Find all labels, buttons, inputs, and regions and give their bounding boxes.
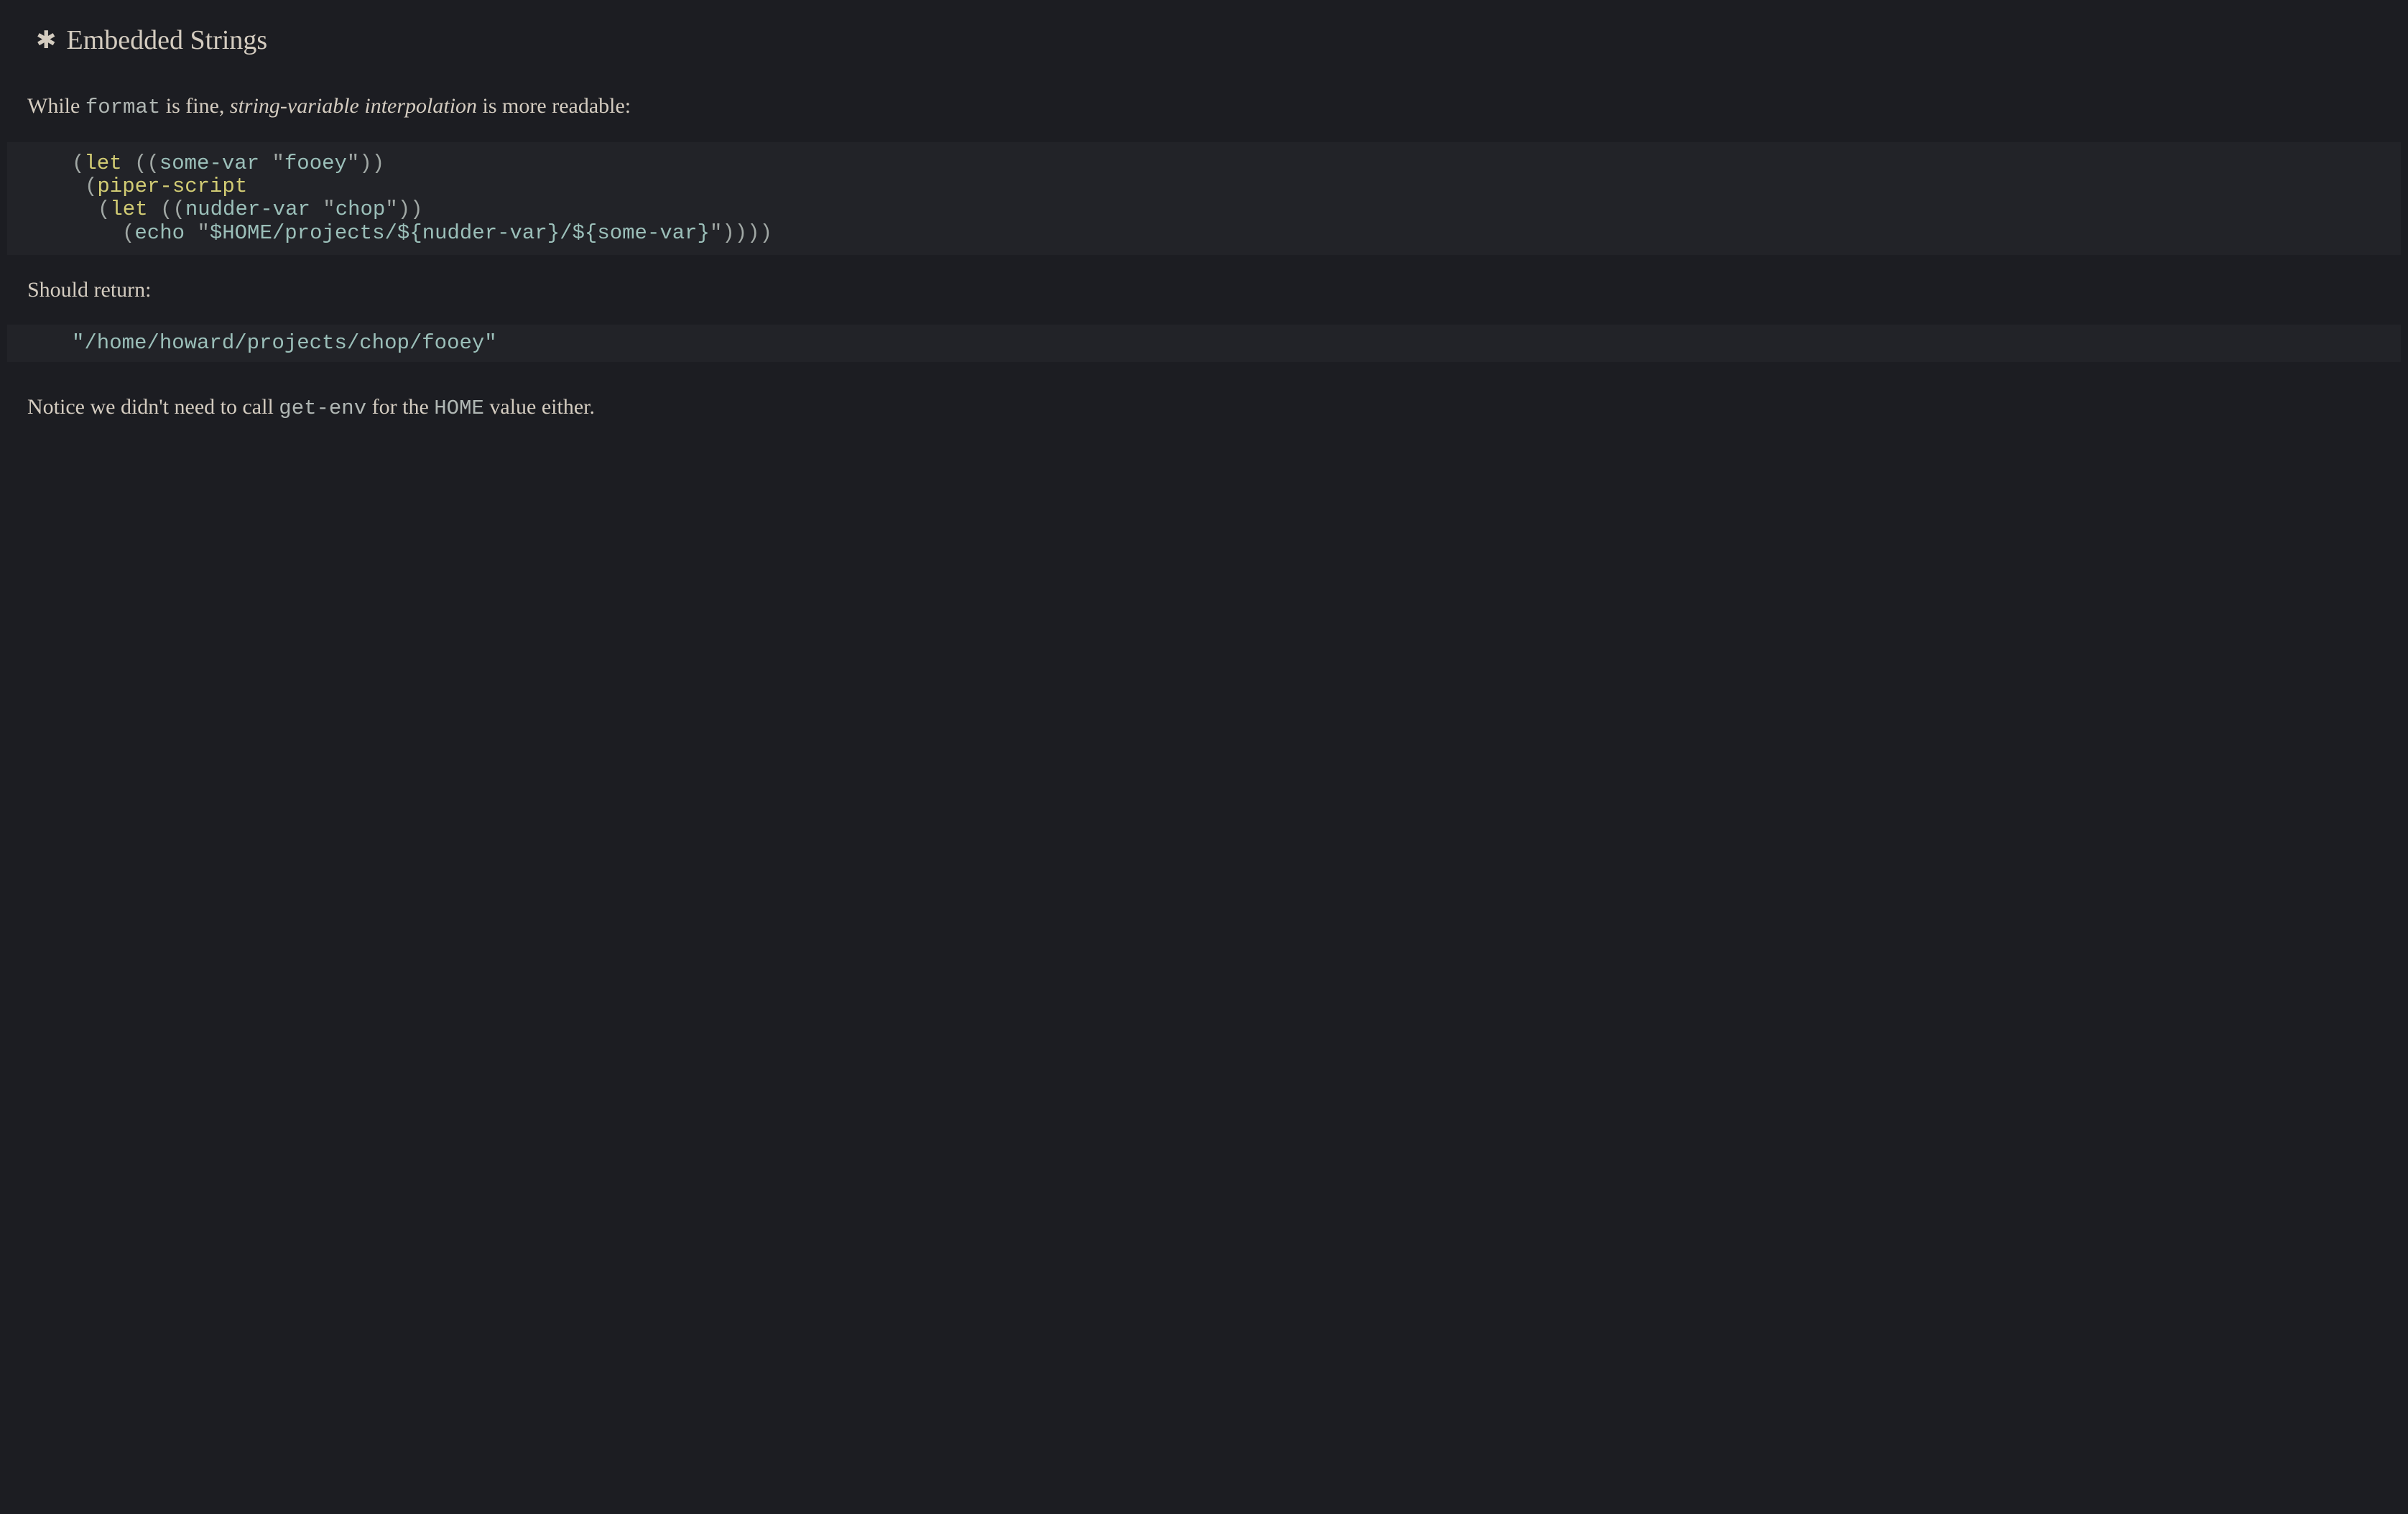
intro-text-before: While <box>27 94 85 118</box>
slide-container: ✱ Embedded Strings While format is fine,… <box>7 7 2401 1500</box>
slide-title: Embedded Strings <box>67 20 268 61</box>
notice-mid: for the <box>366 395 434 419</box>
notice-paragraph: Notice we didn't need to call get-env fo… <box>27 391 2381 424</box>
code-line-3: (let ((nudder-var "chop")) <box>7 198 2401 221</box>
notice-before: Notice we didn't need to call <box>27 395 279 419</box>
asterisk-icon: ✱ <box>36 29 57 53</box>
code-line-1: (let ((some-var "fooey")) <box>7 152 2401 175</box>
notice-after: value either. <box>484 395 595 419</box>
intro-text-mid: is fine, <box>160 94 230 118</box>
intro-text-after: is more readable: <box>477 94 631 118</box>
intro-italic: string-variable interpolation <box>230 94 477 118</box>
inline-code-get-env: get-env <box>279 396 366 420</box>
inline-code-home: HOME <box>434 396 484 420</box>
return-label: Should return: <box>27 274 2381 306</box>
code-line-4: (echo "$HOME/projects/${nudder-var}/${so… <box>7 222 2401 245</box>
code-block-1: (let ((some-var "fooey"))(piper-script(l… <box>7 142 2401 256</box>
slide-content: While format is fine, string-variable in… <box>7 68 2401 424</box>
output-block: "/home/howard/projects/chop/fooey" <box>7 325 2401 362</box>
slide-header: ✱ Embedded Strings <box>7 7 2401 68</box>
code-line-2: (piper-script <box>7 175 2401 198</box>
intro-paragraph: While format is fine, string-variable in… <box>27 90 2381 124</box>
inline-code-format: format <box>85 96 160 119</box>
